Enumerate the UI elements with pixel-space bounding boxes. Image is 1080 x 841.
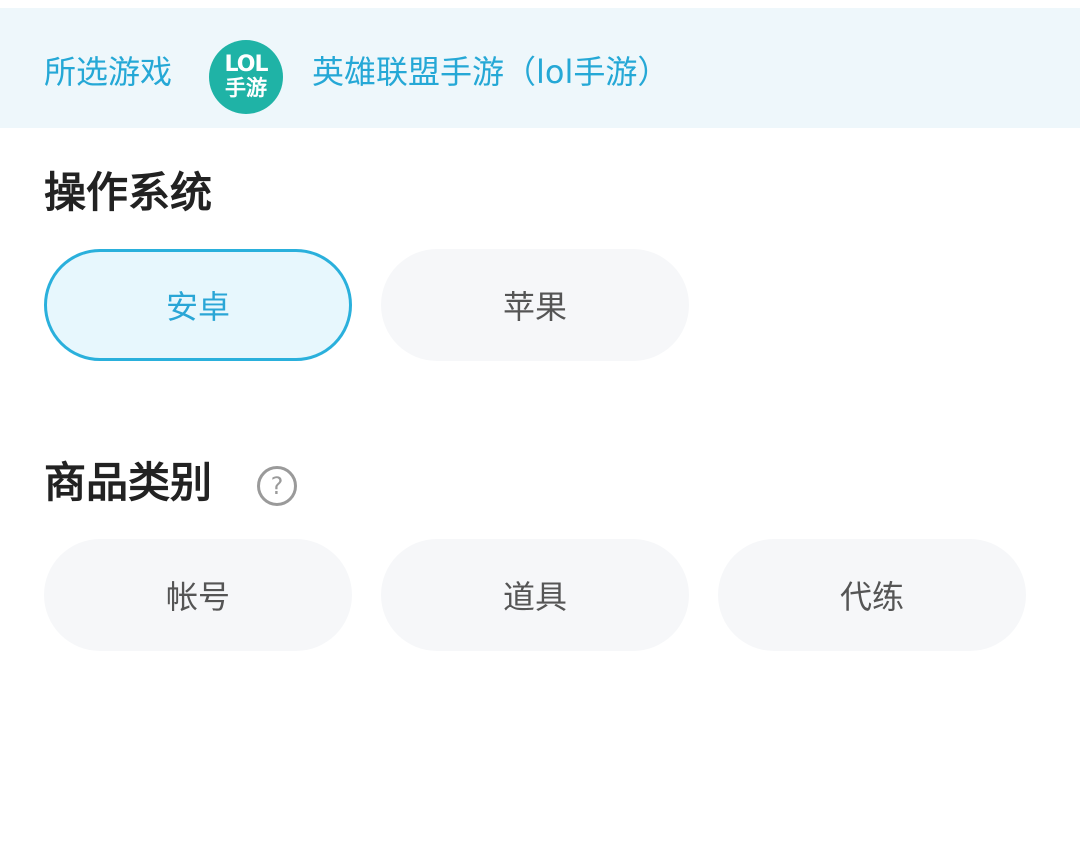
game-logo-icon: LOL 手游 bbox=[209, 40, 283, 114]
game-logo-text-bottom: 手游 bbox=[225, 76, 267, 100]
category-option-items[interactable]: 道具 bbox=[381, 539, 689, 651]
category-option-boosting[interactable]: 代练 bbox=[718, 539, 1026, 651]
selected-game-label: 所选游戏 bbox=[44, 53, 173, 91]
game-filter-page: 所选游戏 LOL 手游 英雄联盟手游（lol手游） 操作系统 安卓 苹果 商品类… bbox=[0, 0, 1080, 841]
os-option-ios[interactable]: 苹果 bbox=[381, 249, 689, 361]
category-section-title: 商品类别 bbox=[44, 458, 213, 507]
help-circle-icon[interactable]: ? bbox=[257, 466, 297, 506]
os-option-ios-label: 苹果 bbox=[502, 288, 567, 326]
category-option-account[interactable]: 帐号 bbox=[44, 539, 352, 651]
game-logo-text-top: LOL bbox=[224, 52, 269, 77]
selected-game-banner[interactable]: 所选游戏 LOL 手游 英雄联盟手游（lol手游） bbox=[0, 0, 1080, 128]
os-option-android-label: 安卓 bbox=[165, 288, 230, 326]
os-option-android[interactable]: 安卓 bbox=[44, 249, 352, 361]
category-option-items-label: 道具 bbox=[502, 578, 567, 616]
selected-game-name[interactable]: 英雄联盟手游（lol手游） bbox=[312, 52, 669, 92]
os-section-title: 操作系统 bbox=[44, 168, 213, 217]
category-option-account-label: 帐号 bbox=[165, 578, 230, 616]
category-option-boosting-label: 代练 bbox=[839, 578, 904, 616]
